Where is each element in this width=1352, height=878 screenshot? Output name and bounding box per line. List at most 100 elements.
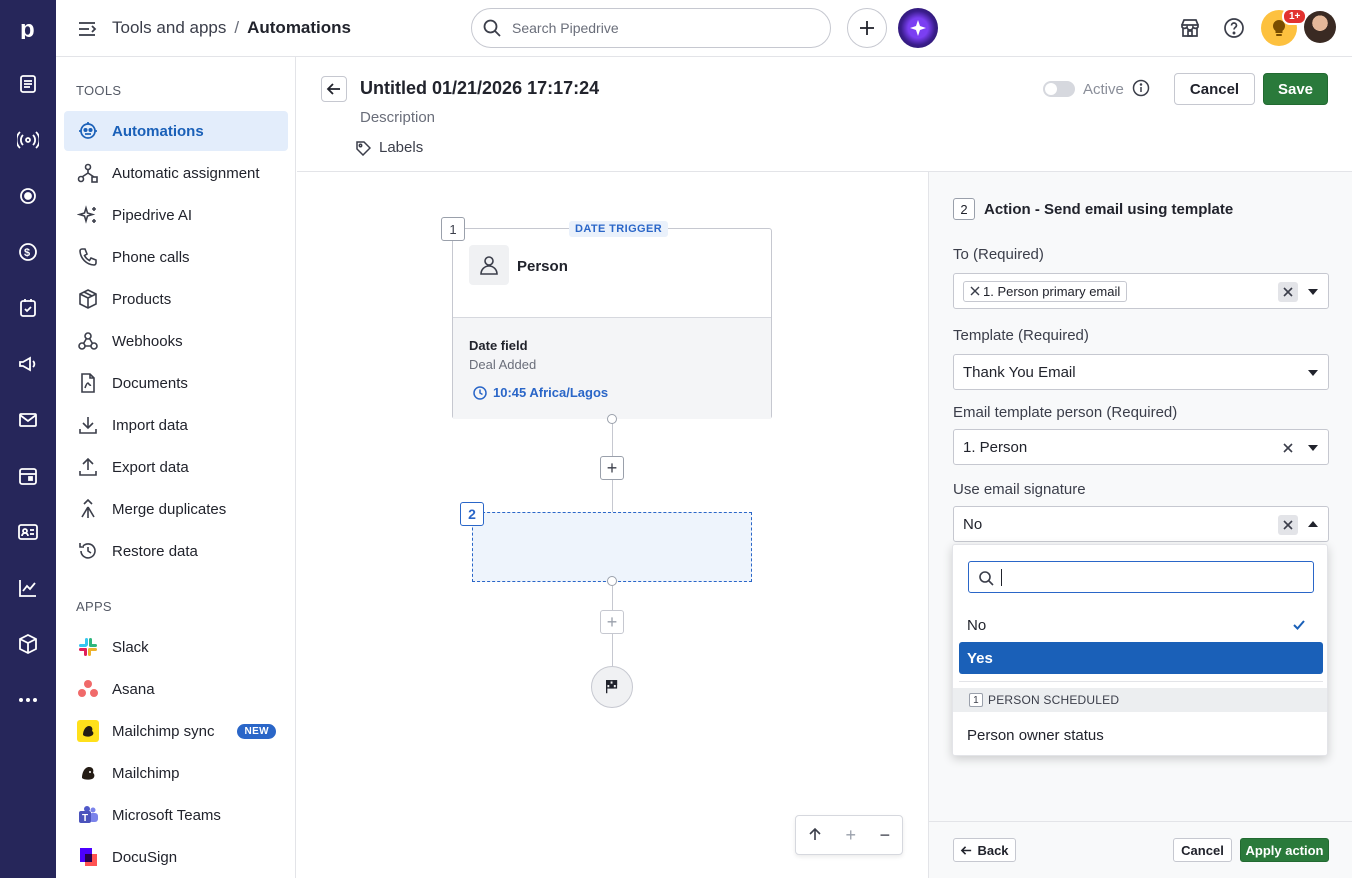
sidebar-item-asana[interactable]: Asana: [64, 669, 288, 709]
clear-icon[interactable]: [1278, 438, 1298, 458]
sidebar-item-label: Mailchimp sync: [112, 722, 215, 740]
automation-title[interactable]: Untitled 01/21/2026 17:17:24: [360, 78, 599, 99]
save-button[interactable]: Save: [1263, 73, 1328, 105]
pending-action-slot[interactable]: [472, 512, 752, 582]
sidebar-item-phone-calls[interactable]: Phone calls: [64, 237, 288, 277]
mailchimp-logo-icon: [76, 761, 100, 785]
arrow-left-icon: [961, 845, 972, 855]
sidebar-item-label: DocuSign: [112, 848, 178, 866]
marketplace-store-icon[interactable]: [1177, 15, 1203, 41]
sidebar-item-docusign[interactable]: DocuSign: [64, 837, 288, 877]
sidebar-item-microsoft-teams[interactable]: T Microsoft Teams: [64, 795, 288, 835]
arrow-up-icon[interactable]: [808, 825, 822, 846]
labels-button[interactable]: Labels: [355, 139, 423, 156]
signature-select[interactable]: No: [953, 506, 1329, 542]
download-icon: [76, 413, 100, 437]
ai-assistant-button[interactable]: [898, 8, 938, 48]
breadcrumb-parent[interactable]: Tools and apps: [112, 18, 226, 38]
sidebar-item-automatic-assignment[interactable]: Automatic assignment: [64, 153, 288, 193]
action-step-number: 2: [953, 198, 975, 220]
back-step-button[interactable]: Back: [953, 838, 1016, 862]
campaigns-megaphone-icon[interactable]: [0, 336, 56, 392]
sidebar-item-mailchimp-sync[interactable]: Mailchimp sync NEW: [64, 711, 288, 751]
add-step-button-disabled[interactable]: +: [600, 610, 624, 634]
chevron-down-icon[interactable]: [1308, 445, 1318, 451]
apply-action-button[interactable]: Apply action: [1240, 838, 1329, 862]
sidebar-item-mailchimp[interactable]: Mailchimp: [64, 753, 288, 793]
contacts-card-icon[interactable]: [0, 504, 56, 560]
back-button[interactable]: [321, 76, 347, 102]
mailchimp-logo-icon: [76, 719, 100, 743]
activities-icon[interactable]: [0, 280, 56, 336]
dropdown-divider: [959, 681, 1323, 682]
trigger-card[interactable]: DATE TRIGGER Person Date field Deal Adde…: [452, 221, 772, 419]
sidebar-item-slack[interactable]: Slack: [64, 627, 288, 667]
app-rail: p $: [0, 0, 56, 878]
quick-add-button[interactable]: [847, 8, 887, 48]
template-select[interactable]: Thank You Email: [953, 354, 1329, 390]
new-badge: NEW: [237, 723, 276, 739]
products-box-icon[interactable]: [0, 616, 56, 672]
sidebar-item-pipedrive-ai[interactable]: Pipedrive AI: [64, 195, 288, 235]
zoom-in-icon[interactable]: +: [845, 825, 856, 846]
docusign-logo-icon: [76, 845, 100, 869]
chevron-down-icon[interactable]: [1308, 289, 1318, 295]
insights-chart-icon[interactable]: [0, 560, 56, 616]
action-title: Action - Send email using template: [984, 200, 1234, 218]
sidebar-item-automations[interactable]: Automations: [64, 111, 288, 151]
more-dots-icon[interactable]: [0, 672, 56, 728]
mail-icon[interactable]: [0, 392, 56, 448]
sidebar-item-label: Merge duplicates: [112, 500, 227, 518]
info-icon[interactable]: [1132, 79, 1150, 97]
dropdown-option-no[interactable]: No: [959, 609, 1323, 641]
sidebar-item-merge-duplicates[interactable]: Merge duplicates: [64, 489, 288, 529]
leads-icon[interactable]: [0, 56, 56, 112]
search-input[interactable]: Search Pipedrive: [471, 8, 831, 48]
document-icon: [76, 371, 100, 395]
workflow-canvas[interactable]: DATE TRIGGER Person Date field Deal Adde…: [297, 172, 928, 878]
pipedrive-logo[interactable]: p: [0, 0, 56, 56]
sidebar-item-export-data[interactable]: Export data: [64, 447, 288, 487]
cancel-action-button[interactable]: Cancel: [1173, 838, 1232, 862]
plus-icon: [860, 21, 874, 35]
to-field[interactable]: 1. Person primary email: [953, 273, 1329, 309]
signature-value: No: [963, 515, 983, 533]
clear-icon[interactable]: [1278, 515, 1298, 535]
help-icon[interactable]: [1221, 15, 1247, 41]
cancel-button[interactable]: Cancel: [1174, 73, 1255, 105]
active-toggle[interactable]: [1043, 81, 1075, 97]
broadcast-icon[interactable]: [0, 112, 56, 168]
sidebar-item-import-data[interactable]: Import data: [64, 405, 288, 445]
add-step-button[interactable]: +: [600, 456, 624, 480]
chevron-up-icon[interactable]: [1308, 521, 1318, 527]
chevron-down-icon[interactable]: [1308, 370, 1318, 376]
signature-label: Use email signature: [953, 481, 1086, 498]
dropdown-option-person-owner-status[interactable]: Person owner status: [959, 719, 1323, 751]
remove-chip-icon[interactable]: [969, 285, 981, 297]
dropdown-search-input[interactable]: [968, 561, 1314, 593]
sidebar-item-documents[interactable]: Documents: [64, 363, 288, 403]
signature-dropdown: No Yes 1 PERSON SCHEDULED Person owner s…: [952, 544, 1328, 756]
search-icon: [483, 19, 501, 37]
dropdown-option-yes[interactable]: Yes: [959, 642, 1323, 674]
sidebar-item-restore-data[interactable]: Restore data: [64, 531, 288, 571]
person-select[interactable]: 1. Person: [953, 429, 1329, 465]
tools-sidebar: TOOLS Automations Automatic assignment P…: [56, 57, 296, 878]
target-icon[interactable]: [0, 168, 56, 224]
user-avatar[interactable]: [1304, 11, 1336, 43]
finish-flag-icon: [606, 680, 618, 694]
connector-dot: [607, 414, 617, 424]
sidebar-item-label: Automations: [112, 122, 204, 140]
svg-text:p: p: [20, 17, 35, 39]
menu-toggle-icon[interactable]: [76, 18, 98, 40]
description-field[interactable]: Description: [360, 109, 435, 126]
calendar-icon[interactable]: [0, 448, 56, 504]
sidebar-item-products[interactable]: Products: [64, 279, 288, 319]
zoom-out-icon[interactable]: −: [880, 825, 891, 846]
deals-dollar-icon[interactable]: $: [0, 224, 56, 280]
clock-icon: [473, 385, 487, 400]
sidebar-item-webhooks[interactable]: Webhooks: [64, 321, 288, 361]
clear-icon[interactable]: [1278, 282, 1298, 302]
slack-logo-icon: [76, 635, 100, 659]
person-value: 1. Person: [963, 438, 1028, 456]
